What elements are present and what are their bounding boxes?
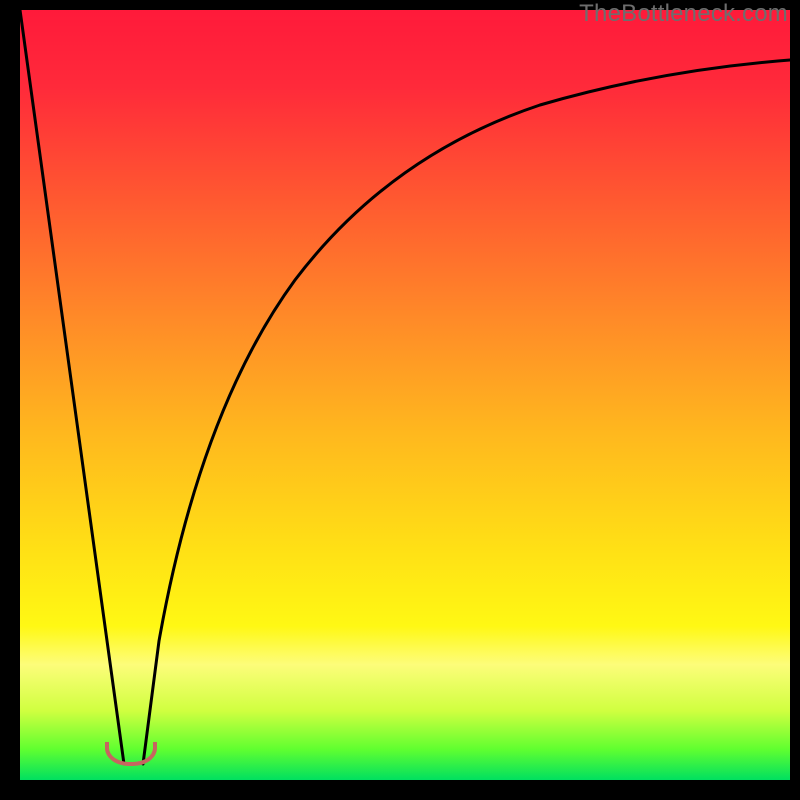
curve-right-branch (143, 60, 790, 764)
curve-layer (20, 10, 790, 780)
chart-container: TheBottleneck.com (0, 0, 800, 800)
curve-left-branch (20, 10, 124, 764)
watermark-text: TheBottleneck.com (579, 0, 788, 28)
